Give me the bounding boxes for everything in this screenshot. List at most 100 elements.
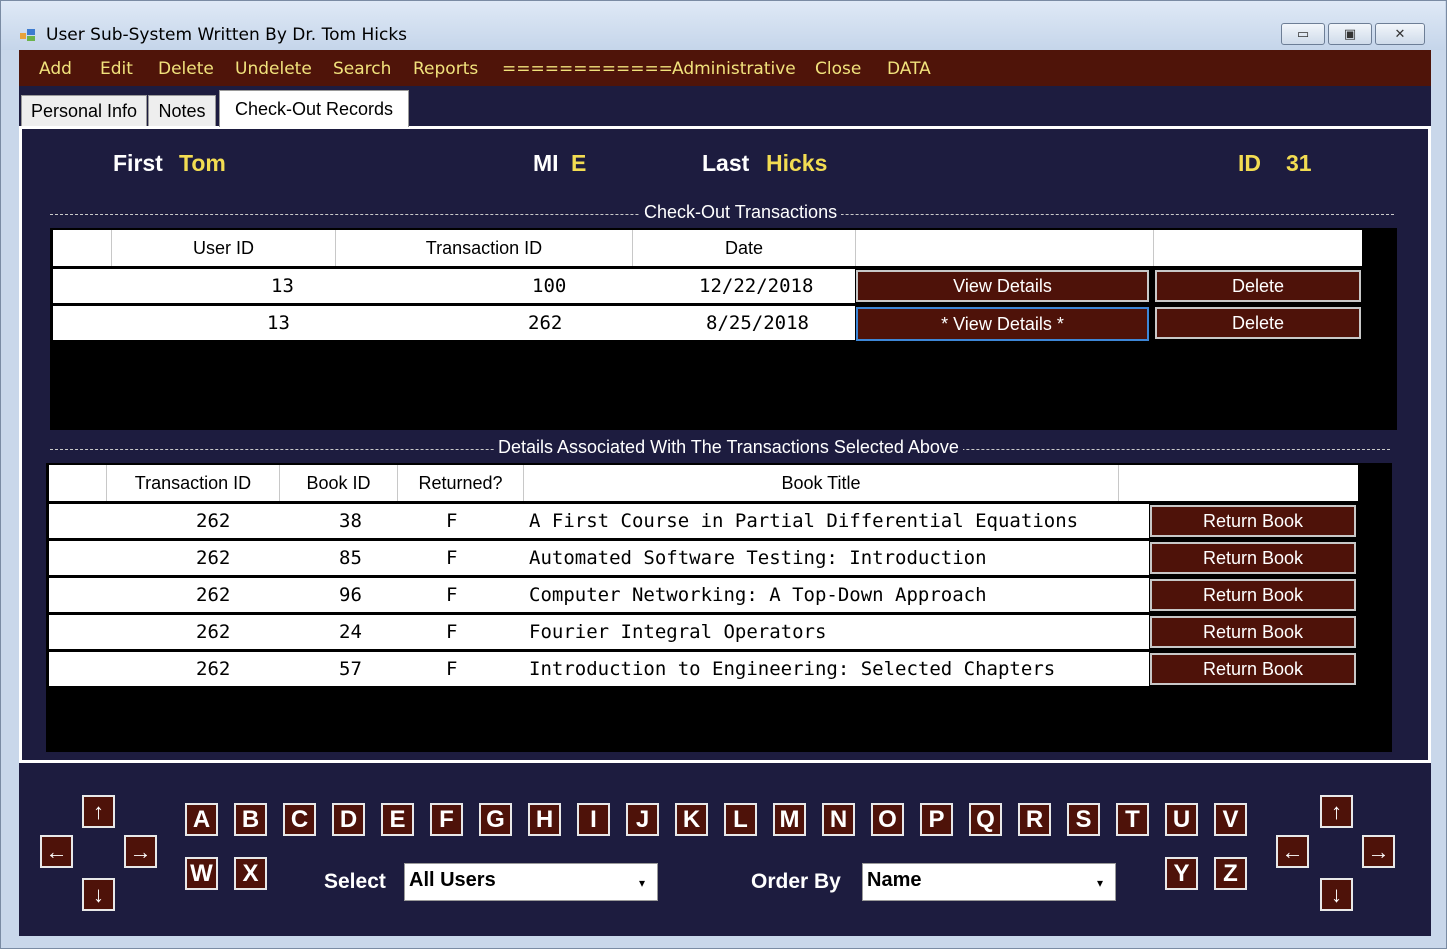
book-id-cell: 24	[339, 621, 362, 643]
return-book-button[interactable]: Return Book	[1150, 542, 1356, 574]
return-book-button[interactable]: Return Book	[1150, 505, 1356, 537]
menu-add[interactable]: Add	[39, 59, 72, 79]
book-title-cell: Fourier Integral Operators	[529, 621, 827, 643]
tab-check-out-records[interactable]: Check-Out Records	[219, 90, 409, 127]
letter-k-button[interactable]: K	[675, 803, 708, 836]
row-selector-header	[53, 230, 112, 266]
transaction-id-cell: 262	[196, 584, 231, 606]
select-label: Select	[324, 870, 386, 893]
letter-v-button[interactable]: V	[1214, 803, 1247, 836]
maximize-button[interactable]: ▣	[1328, 23, 1372, 45]
letter-f-button[interactable]: F	[430, 803, 463, 836]
arrow-up-icon: ↑	[93, 798, 104, 824]
returned-cell: F	[446, 547, 458, 569]
transaction-id-cell: 100	[532, 275, 567, 297]
chevron-down-icon[interactable]: ▾	[1097, 876, 1103, 890]
nav-right-button-left[interactable]: →	[124, 835, 157, 868]
menu-separator[interactable]: ============	[502, 59, 673, 79]
nav-up-button-right[interactable]: ↑	[1320, 795, 1353, 828]
letter-g-button[interactable]: G	[479, 803, 512, 836]
menu-close[interactable]: Close	[815, 59, 861, 79]
column-header-book-title[interactable]: Book Title	[524, 465, 1119, 501]
close-window-button[interactable]: ✕	[1375, 23, 1425, 45]
return-book-button[interactable]: Return Book	[1150, 616, 1356, 648]
user-id-cell: 13	[267, 312, 290, 334]
column-header-date[interactable]: Date	[633, 230, 856, 266]
letter-p-button[interactable]: P	[920, 803, 953, 836]
minimize-button[interactable]: ▭	[1281, 23, 1325, 45]
navigation-panel	[19, 766, 1431, 936]
letter-i-button[interactable]: I	[577, 803, 610, 836]
arrow-down-icon: ↓	[93, 881, 104, 907]
date-cell: 8/25/2018	[706, 312, 809, 334]
letter-x-button[interactable]: X	[234, 857, 267, 890]
delete-transaction-button[interactable]: Delete	[1155, 307, 1361, 339]
nav-down-button-left[interactable]: ↓	[82, 878, 115, 911]
book-title-cell: Computer Networking: A Top-Down Approach	[529, 584, 987, 606]
view-details-button[interactable]: View Details	[856, 270, 1149, 302]
book-id-cell: 96	[339, 584, 362, 606]
letter-o-button[interactable]: O	[871, 803, 904, 836]
column-header-view	[856, 230, 1154, 266]
nav-up-button-left[interactable]: ↑	[82, 795, 115, 828]
return-book-button[interactable]: Return Book	[1150, 653, 1356, 685]
menu-reports[interactable]: Reports	[413, 59, 478, 79]
menu-edit[interactable]: Edit	[100, 59, 133, 79]
letter-y-button[interactable]: Y	[1165, 857, 1198, 890]
letter-t-button[interactable]: T	[1116, 803, 1149, 836]
column-header-transaction-id[interactable]: Transaction ID	[336, 230, 633, 266]
return-book-button[interactable]: Return Book	[1150, 579, 1356, 611]
column-header-action	[1119, 465, 1358, 501]
letter-j-button[interactable]: J	[626, 803, 659, 836]
delete-transaction-button[interactable]: Delete	[1155, 270, 1361, 302]
tab-personal-info[interactable]: Personal Info	[21, 95, 147, 126]
book-id-cell: 38	[339, 510, 362, 532]
letter-z-button[interactable]: Z	[1214, 857, 1247, 890]
minimize-icon: ▭	[1296, 26, 1310, 42]
last-name-label: Last	[702, 150, 750, 176]
menu-delete[interactable]: Delete	[158, 59, 214, 79]
menu-administrative[interactable]: Administrative	[672, 59, 796, 79]
order-by-label: Order By	[751, 870, 841, 893]
column-header-delete	[1154, 230, 1362, 266]
window-title: User Sub-System Written By Dr. Tom Hicks	[46, 25, 408, 45]
chevron-down-icon[interactable]: ▾	[639, 876, 645, 890]
menu-search[interactable]: Search	[333, 59, 391, 79]
menu-data[interactable]: DATA	[887, 59, 931, 79]
nav-right-button-right[interactable]: →	[1362, 835, 1395, 868]
letter-e-button[interactable]: E	[381, 803, 414, 836]
menu-undelete[interactable]: Undelete	[235, 59, 312, 79]
letter-r-button[interactable]: R	[1018, 803, 1051, 836]
nav-down-button-right[interactable]: ↓	[1320, 878, 1353, 911]
nav-left-button-right[interactable]: ←	[1276, 835, 1309, 868]
column-header-book-id[interactable]: Book ID	[280, 465, 398, 501]
middle-initial-value: E	[571, 150, 587, 176]
maximize-icon: ▣	[1343, 26, 1357, 42]
tab-notes[interactable]: Notes	[148, 95, 216, 126]
letter-d-button[interactable]: D	[332, 803, 365, 836]
book-id-cell: 85	[339, 547, 362, 569]
arrow-down-icon: ↓	[1331, 881, 1342, 907]
letter-b-button[interactable]: B	[234, 803, 267, 836]
letter-n-button[interactable]: N	[822, 803, 855, 836]
letter-u-button[interactable]: U	[1165, 803, 1198, 836]
column-header-returned[interactable]: Returned?	[398, 465, 524, 501]
details-section-title: Details Associated With The Transactions…	[494, 437, 963, 458]
view-details-button-selected[interactable]: * View Details *	[856, 307, 1149, 341]
letter-s-button[interactable]: S	[1067, 803, 1100, 836]
nav-left-button-left[interactable]: ←	[40, 835, 73, 868]
letter-a-button[interactable]: A	[185, 803, 218, 836]
book-id-cell: 57	[339, 658, 362, 680]
letter-w-button[interactable]: W	[185, 857, 218, 890]
letter-m-button[interactable]: M	[773, 803, 806, 836]
transaction-id-cell: 262	[196, 621, 231, 643]
letter-h-button[interactable]: H	[528, 803, 561, 836]
transaction-id-cell: 262	[528, 312, 563, 334]
column-header-transaction-id[interactable]: Transaction ID	[107, 465, 280, 501]
transaction-id-cell: 262	[196, 510, 231, 532]
column-header-user-id[interactable]: User ID	[112, 230, 336, 266]
letter-q-button[interactable]: Q	[969, 803, 1002, 836]
letter-l-button[interactable]: L	[724, 803, 757, 836]
letter-c-button[interactable]: C	[283, 803, 316, 836]
last-name-value: Hicks	[766, 150, 828, 176]
